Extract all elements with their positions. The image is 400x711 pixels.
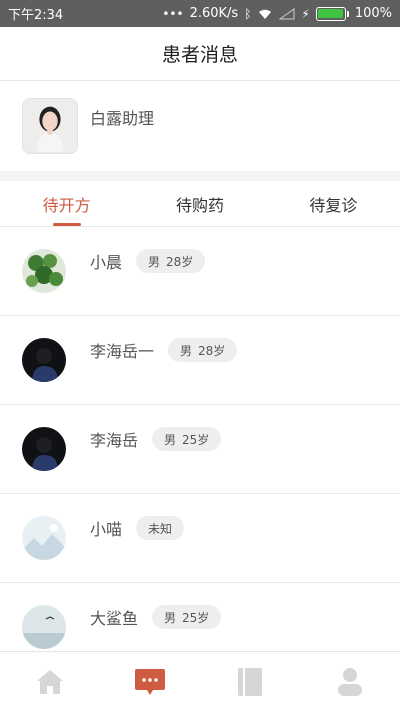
tab-pending-purchase[interactable]: 待购药 <box>133 181 266 226</box>
patient-tag: 男 28岁 <box>136 249 206 273</box>
status-bar: 下午2:34 ••• 2.60K/s ᛒ ⚡ 100% <box>0 0 400 27</box>
patient-row[interactable]: 小晨 男 28岁 <box>0 227 400 316</box>
signal-icon <box>279 7 295 19</box>
status-speed: 2.60K/s <box>189 6 239 21</box>
patient-name: 大鲨鱼 <box>90 609 139 628</box>
tabbar-book[interactable] <box>200 652 300 711</box>
message-icon <box>135 668 165 695</box>
home-icon <box>37 669 63 694</box>
wifi-icon <box>259 9 272 19</box>
patient-tag: 男 28岁 <box>168 338 238 362</box>
tab-label: 待购药 <box>175 195 224 215</box>
charging-icon: ⚡ <box>301 6 310 21</box>
tabbar-home[interactable] <box>0 652 100 711</box>
section-divider <box>0 171 400 181</box>
tab-label: 待复诊 <box>309 195 358 215</box>
bluetooth-icon: ᛒ <box>244 6 252 21</box>
tab-bar: 待开方 待购药 待复诊 <box>0 181 400 227</box>
tabbar-messages[interactable] <box>100 652 200 711</box>
active-tab-indicator <box>52 223 81 226</box>
patient-name: 小喵 <box>90 520 123 539</box>
patient-tag: 男 25岁 <box>152 605 222 629</box>
patient-gender: 男 <box>164 432 177 447</box>
patient-row[interactable]: 李海岳 男 25岁 <box>0 405 400 494</box>
patient-avatar <box>22 605 66 649</box>
patient-info: 小喵 未知 <box>90 516 185 540</box>
patient-row[interactable]: 李海岳一 男 28岁 <box>0 316 400 405</box>
battery-text: 100% <box>354 6 392 21</box>
status-right: ••• 2.60K/s ᛒ ⚡ 100% <box>162 6 392 21</box>
patient-name: 李海岳一 <box>90 342 155 361</box>
patient-age: 25岁 <box>182 610 210 625</box>
patient-tag: 未知 <box>136 516 185 540</box>
book-icon <box>238 667 262 696</box>
patient-avatar <box>22 427 66 471</box>
patient-info: 大鲨鱼 男 25岁 <box>90 605 222 629</box>
tabbar-profile[interactable] <box>300 652 400 711</box>
assistant-entry[interactable]: 白露助理 <box>0 81 400 171</box>
patient-age: 25岁 <box>182 432 210 447</box>
header: 患者消息 <box>0 27 400 81</box>
page-title: 患者消息 <box>161 44 238 66</box>
battery-icon <box>315 6 349 21</box>
patient-age: 28岁 <box>198 343 226 358</box>
person-icon <box>338 667 362 696</box>
tab-pending-followup[interactable]: 待复诊 <box>267 181 400 226</box>
patient-avatar <box>22 516 66 560</box>
patient-tag: 男 25岁 <box>152 427 222 451</box>
more-dots-icon: ••• <box>162 6 184 21</box>
patient-gender: 男 <box>164 610 177 625</box>
assistant-name: 白露助理 <box>90 109 155 128</box>
patient-info: 李海岳 男 25岁 <box>90 427 222 451</box>
patient-name: 李海岳 <box>90 431 139 450</box>
patient-gender: 男 <box>148 254 161 269</box>
patient-avatar <box>22 338 66 382</box>
patient-list: 小晨 男 28岁 李海岳一 男 28岁 李海岳 男 25岁 小喵 未知 大鲨鱼 … <box>0 227 400 672</box>
patient-info: 小晨 男 28岁 <box>90 249 206 273</box>
patient-avatar <box>22 249 66 293</box>
patient-gender: 未知 <box>148 521 173 536</box>
patient-info: 李海岳一 男 28岁 <box>90 338 238 362</box>
patient-age: 28岁 <box>166 254 194 269</box>
patient-name: 小晨 <box>90 253 123 272</box>
patient-gender: 男 <box>180 343 193 358</box>
assistant-avatar <box>22 98 78 154</box>
tab-label: 待开方 <box>42 195 91 215</box>
patient-row[interactable]: 小喵 未知 <box>0 494 400 583</box>
bottom-tab-bar <box>0 651 400 711</box>
tab-pending-prescription[interactable]: 待开方 <box>0 181 133 226</box>
status-time: 下午2:34 <box>8 8 64 23</box>
